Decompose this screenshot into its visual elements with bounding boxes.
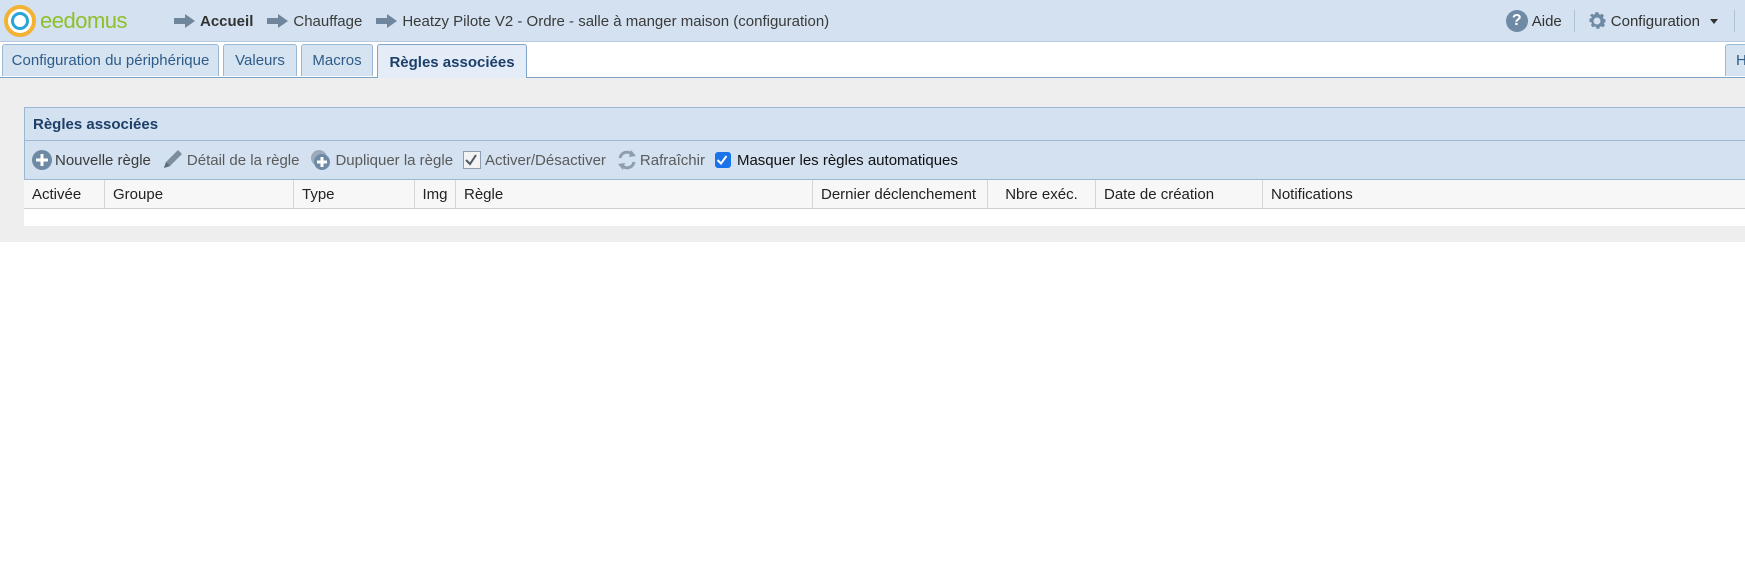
breadcrumb: Accueil Chauffage Heatzy Pilote V2 - Ord… (174, 0, 843, 42)
gear-icon (1589, 12, 1607, 29)
checkbox-checked-icon (463, 151, 482, 169)
breadcrumb-label: Accueil (200, 12, 254, 30)
column-header-dernier-declenchement[interactable]: Dernier déclenchement (813, 180, 988, 209)
panel-title: Règles associées (24, 107, 1745, 141)
column-header-img[interactable]: Img (415, 180, 456, 209)
rules-toolbar: Nouvelle règle Détail de la règle Dupliq… (24, 141, 1745, 180)
refresh-button[interactable]: Rafraîchir (616, 149, 705, 171)
column-header-date-creation[interactable]: Date de création (1096, 180, 1263, 209)
tab-macros[interactable]: Macros (301, 44, 373, 76)
hide-auto-rules-checkbox[interactable] (714, 152, 731, 168)
breadcrumb-item-current: Heatzy Pilote V2 - Ordre - salle à mange… (376, 13, 829, 30)
help-button[interactable]: ? Aide (1505, 10, 1575, 32)
rule-detail-label: Détail de la règle (186, 151, 300, 169)
logo-text: eedomus (40, 8, 128, 33)
arrow-right-icon (267, 14, 289, 28)
tab-valeurs[interactable]: Valeurs (223, 44, 297, 76)
configuration-label: Configuration (1610, 12, 1700, 30)
column-header-regle[interactable]: Règle (456, 180, 813, 209)
tab-partial-right[interactable]: H (1725, 44, 1745, 76)
logo-icon (4, 5, 36, 37)
top-bar: eedomus Accueil Chauffage Heatzy Pilote … (0, 0, 1745, 42)
configuration-menu-button[interactable]: Configuration (1575, 10, 1735, 32)
duplicate-rule-label: Dupliquer la règle (335, 151, 454, 169)
toggle-rule-button[interactable]: Activer/Désactiver (463, 151, 606, 169)
pencil-icon (163, 150, 182, 168)
eedomus-logo[interactable]: eedomus (4, 4, 128, 38)
help-circle-icon: ? (1505, 10, 1528, 32)
tab-configuration-peripherique[interactable]: Configuration du périphérique (2, 44, 219, 76)
duplicate-rule-button[interactable]: Dupliquer la règle (309, 148, 453, 172)
duplicate-icon (311, 150, 331, 170)
refresh-label: Rafraîchir (639, 151, 705, 169)
column-header-activee[interactable]: Activée (24, 180, 105, 209)
toggle-rule-label: Activer/Désactiver (485, 151, 606, 169)
check-icon (716, 155, 728, 166)
tab-bar: Configuration du périphérique Valeurs Ma… (0, 42, 1745, 79)
add-circle-icon (32, 150, 52, 170)
new-rule-button[interactable]: Nouvelle règle (31, 149, 151, 171)
breadcrumb-item-accueil[interactable]: Accueil (174, 13, 253, 30)
new-rule-label: Nouvelle règle (55, 151, 151, 169)
column-header-type[interactable]: Type (294, 180, 415, 209)
content-area: Règles associées Nouvelle règle Détail d… (0, 78, 1745, 242)
rules-panel: Règles associées Nouvelle règle Détail d… (24, 107, 1745, 226)
tab-regles-associees[interactable]: Règles associées (377, 44, 527, 79)
rules-table-body (24, 209, 1745, 226)
refresh-icon (617, 150, 636, 170)
help-label: Aide (1531, 12, 1562, 30)
arrow-right-icon (174, 14, 195, 28)
breadcrumb-label: Heatzy Pilote V2 - Ordre - salle à mange… (402, 12, 830, 30)
column-header-notifications[interactable]: Notifications (1263, 180, 1745, 209)
hide-auto-rules-label: Masquer les règles automatiques (736, 151, 958, 169)
arrow-right-icon (376, 14, 398, 28)
column-header-groupe[interactable]: Groupe (105, 180, 294, 209)
rules-table-header: Activée Groupe Type Img Règle Dernier dé… (24, 180, 1745, 209)
rule-detail-button[interactable]: Détail de la règle (161, 149, 300, 171)
hide-auto-rules-toggle[interactable]: Masquer les règles automatiques (714, 151, 958, 169)
breadcrumb-label: Chauffage (293, 12, 363, 30)
header-actions: ? Aide Configuration (1505, 0, 1745, 42)
breadcrumb-item-chauffage[interactable]: Chauffage (267, 13, 362, 30)
column-header-nbre-exec[interactable]: Nbre exéc. (988, 180, 1096, 209)
chevron-down-icon (1710, 18, 1718, 24)
